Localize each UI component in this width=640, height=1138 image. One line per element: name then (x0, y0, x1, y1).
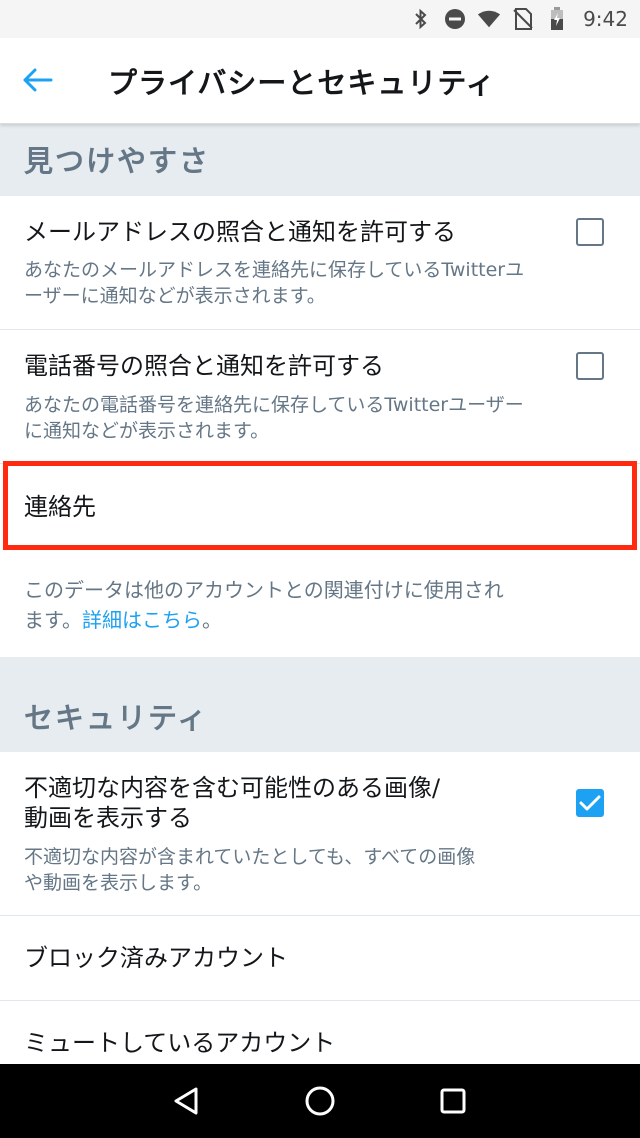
email-match-desc-line1: あなたのメールアドレスを連絡先に保存しているTwitterユ (24, 259, 525, 281)
nav-back-button[interactable] (163, 1077, 211, 1125)
nav-recents-button[interactable] (429, 1077, 477, 1125)
contacts-title: 連絡先 (24, 493, 96, 521)
sensitive-media-checkbox[interactable] (576, 789, 604, 817)
home-circle-icon (305, 1086, 335, 1116)
email-match-setting[interactable]: メールアドレスの照合と通知を許可する あなたのメールアドレスを連絡先に保存してい… (0, 196, 640, 330)
muted-accounts-label: ミュートしているアカウント (24, 1029, 336, 1057)
sensitive-media-desc-line1: 不適切な内容が含まれていたとしても、すべての画像 (24, 846, 476, 868)
battery-icon (545, 7, 569, 31)
sensitive-media-setting[interactable]: 不適切な内容を含む可能性のある画像/ 動画を表示する 不適切な内容が含まれていた… (0, 752, 640, 916)
system-nav-bar (0, 1064, 640, 1138)
email-match-title: メールアドレスの照合と通知を許可する (24, 218, 456, 246)
phone-match-desc-line1: あなたの電話番号を連絡先に保存しているTwitterユーザー (24, 394, 524, 416)
blocked-accounts-item[interactable]: ブロック済みアカウント (0, 916, 640, 1001)
section-header-label: 見つけやすさ (24, 144, 211, 178)
back-button[interactable] (14, 56, 62, 104)
phone-match-setting[interactable]: 電話番号の照合と通知を許可する あなたの電話番号を連絡先に保存しているTwitt… (0, 330, 640, 464)
page-title: プライバシーとセキュリティ (108, 66, 496, 100)
back-triangle-icon (174, 1087, 198, 1115)
phone-match-desc-line2: に通知などが表示されます。 (24, 420, 270, 442)
bluetooth-icon (409, 7, 433, 31)
info-text: このデータは他のアカウントとの関連付けに使用され ます。詳細はこちら。 (24, 575, 584, 635)
nav-home-button[interactable] (296, 1077, 344, 1125)
no-sim-icon (511, 7, 535, 31)
muted-accounts-item[interactable]: ミュートしているアカウント (0, 1001, 640, 1064)
email-match-desc-line2: ーザーに通知などが表示されます。 (24, 285, 326, 307)
info-text-line1: このデータは他のアカウントとの関連付けに使用され (24, 578, 504, 602)
section-header-security: セキュリティ (0, 657, 640, 752)
app-bar: プライバシーとセキュリティ (0, 38, 640, 124)
phone-match-checkbox[interactable] (576, 352, 604, 380)
section-header-label: セキュリティ (24, 701, 209, 735)
arrow-left-icon (23, 68, 53, 92)
do-not-disturb-icon (443, 7, 467, 31)
recents-square-icon (440, 1088, 466, 1114)
email-match-checkbox[interactable] (576, 218, 604, 246)
info-text-line2-suffix: 。 (202, 608, 222, 632)
section-header-discoverability: 見つけやすさ (0, 124, 640, 196)
sensitive-media-title-line1: 不適切な内容を含む可能性のある画像/ (24, 774, 441, 802)
sensitive-media-title-line2: 動画を表示する (24, 804, 192, 832)
contacts-item[interactable]: 連絡先 (0, 464, 640, 553)
phone-match-title: 電話番号の照合と通知を許可する (24, 352, 384, 380)
info-text-line2-prefix: ます。 (24, 608, 82, 632)
checkmark-icon (579, 795, 601, 811)
wifi-icon (477, 7, 501, 31)
status-bar: 9:42 (0, 0, 640, 38)
blocked-accounts-label: ブロック済みアカウント (24, 944, 288, 972)
discoverability-info: このデータは他のアカウントとの関連付けに使用され ます。詳細はこちら。 (0, 553, 640, 657)
sensitive-media-desc-line2: や動画を表示します。 (24, 872, 213, 894)
status-time: 9:42 (583, 7, 628, 31)
learn-more-link[interactable]: 詳細はこちら (82, 608, 202, 632)
